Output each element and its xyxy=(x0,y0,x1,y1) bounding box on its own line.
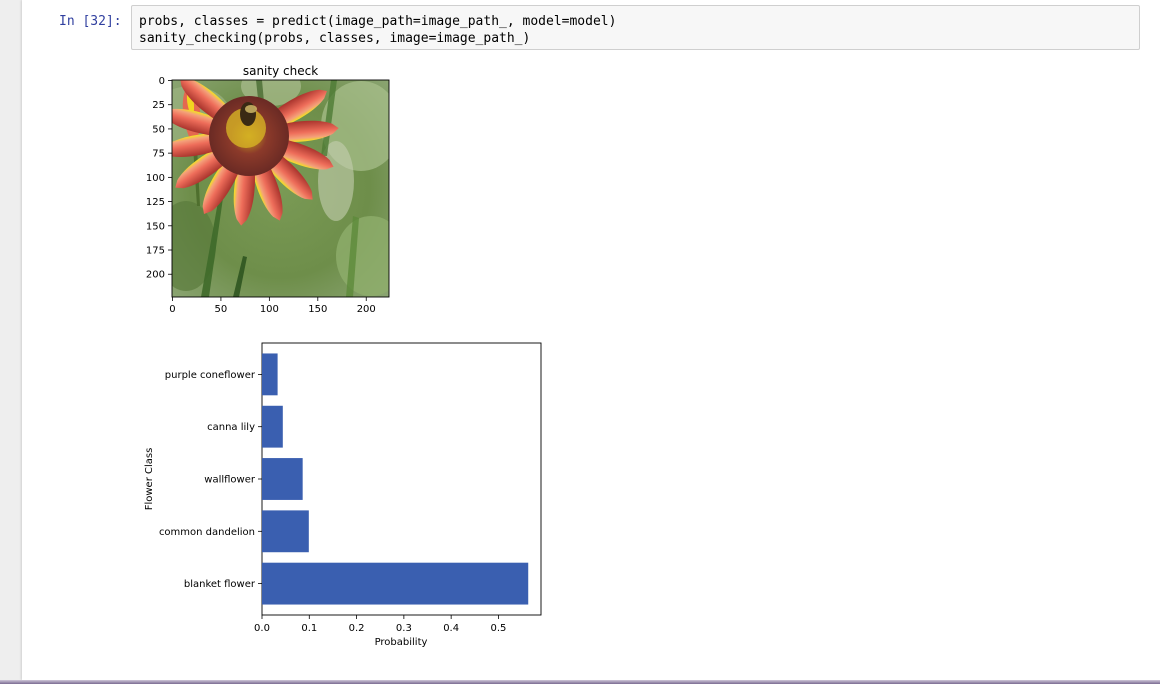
x-tick-label: 0.2 xyxy=(349,623,365,634)
flower-photo xyxy=(172,80,389,297)
x-tick-label: 0.5 xyxy=(490,623,506,634)
bar xyxy=(262,353,278,396)
image-x-tick-label: 150 xyxy=(308,304,327,315)
notebook-page: In [32]: probs, classes = predict(image_… xyxy=(0,0,1160,684)
image-y-axis: 0 25 50 75 100 125 150 175 200 xyxy=(146,76,172,281)
cell-prompt: In [32]: xyxy=(59,14,122,29)
cell-output: sanity check 0 50 100 150 200 0 25 50 75… xyxy=(131,56,1131,656)
y-tick-label: common dandelion xyxy=(159,527,255,538)
image-y-tick-label: 200 xyxy=(146,270,165,281)
code-line[interactable]: probs, classes = predict(image_path=imag… xyxy=(139,13,616,30)
image-y-tick-label: 25 xyxy=(152,100,165,111)
image-y-tick-label: 50 xyxy=(152,124,165,135)
image-title: sanity check xyxy=(243,64,318,78)
image-x-tick-label: 200 xyxy=(357,304,376,315)
x-tick-label: 0.3 xyxy=(396,623,412,634)
code-cell-input[interactable]: probs, classes = predict(image_path=imag… xyxy=(131,5,1140,50)
image-x-tick-label: 0 xyxy=(169,304,175,315)
bar xyxy=(262,510,309,553)
x-tick-label: 0.1 xyxy=(301,623,317,634)
image-y-tick-label: 0 xyxy=(159,76,165,87)
probability-bar-chart: 0.0 0.1 0.2 0.3 0.4 0.5 blanket flower common … xyxy=(144,342,542,648)
image-y-tick-label: 125 xyxy=(146,197,165,208)
bar xyxy=(262,405,283,448)
code-line[interactable]: sanity_checking(probs, classes, image=im… xyxy=(139,30,530,47)
bar xyxy=(262,562,529,605)
image-y-tick-label: 75 xyxy=(152,149,165,160)
window-bottom-edge xyxy=(0,680,1160,684)
y-tick-label: wallflower xyxy=(204,475,256,486)
output-figure: sanity check 0 50 100 150 200 0255075100… xyxy=(144,64,542,648)
image-x-tick-label: 100 xyxy=(260,304,279,315)
y-axis-label: Flower Class xyxy=(144,448,155,511)
bar xyxy=(262,458,303,500)
y-tick-label: blanket flower xyxy=(184,579,256,590)
image-x-axis: 0 50 100 150 200 xyxy=(169,297,376,315)
image-y-tick-label: 100 xyxy=(146,173,165,184)
image-y-tick-label: 150 xyxy=(146,221,165,232)
y-tick-label: canna lily xyxy=(207,422,255,433)
image-x-tick-label: 50 xyxy=(215,304,228,315)
x-tick-label: 0.4 xyxy=(443,623,459,634)
x-tick-label: 0.0 xyxy=(254,623,270,634)
image-y-tick-label: 175 xyxy=(146,246,165,257)
x-axis-label: Probability xyxy=(375,637,428,648)
y-tick-label: purple coneflower xyxy=(165,370,256,381)
